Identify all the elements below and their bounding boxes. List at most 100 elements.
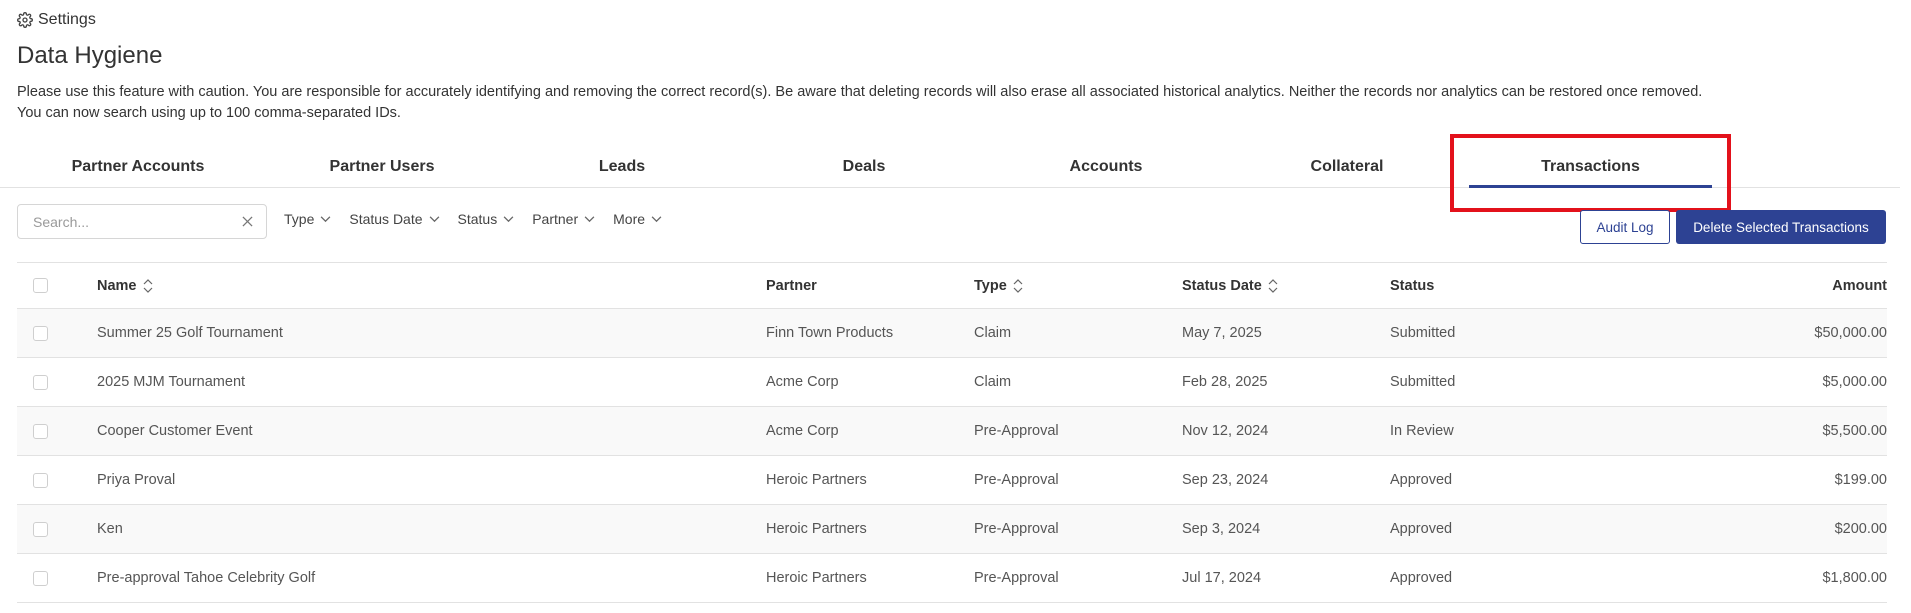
sort-icon [1013, 278, 1023, 293]
column-header-label: Amount [1832, 277, 1887, 294]
select-all-cell [33, 263, 48, 308]
cell-type: Pre-Approval [974, 472, 1059, 488]
tab-transactions[interactable]: Transactions [1469, 150, 1712, 188]
row-checkbox[interactable] [33, 423, 48, 439]
cell-name: Ken [97, 521, 123, 537]
column-header-label: Status Date [1182, 277, 1262, 294]
breadcrumb-label: Settings [38, 11, 96, 28]
chevron-down-icon [429, 216, 439, 223]
notice-line-2: You can now search using up to 100 comma… [17, 105, 401, 121]
search-input[interactable] [33, 213, 240, 230]
transactions-table: Name Partner Type Status Date Status Amo… [17, 262, 1887, 603]
filter-label: Status Date [349, 211, 423, 227]
column-header-status: Status [1390, 263, 1434, 308]
tab-bar: Partner Accounts Partner Users Leads Dea… [0, 150, 1900, 188]
column-header-type[interactable]: Type [974, 263, 1023, 308]
notice-line-1: Please use this feature with caution. Yo… [17, 84, 1703, 100]
filter-label: Partner [532, 211, 579, 227]
row-select-cell [33, 456, 48, 504]
column-header-label: Name [97, 277, 137, 294]
filter-status-date[interactable]: Status Date [349, 211, 439, 227]
column-header-amount: Amount [1832, 263, 1887, 308]
cell-type: Claim [974, 325, 1012, 341]
cell-amount: $5,500.00 [1822, 423, 1887, 439]
chevron-down-icon [584, 216, 595, 223]
table-row[interactable]: Pre-approval Tahoe Celebrity Golf Heroic… [17, 554, 1887, 603]
column-header-status-date[interactable]: Status Date [1182, 263, 1278, 308]
column-header-label: Partner [766, 277, 817, 294]
filter-type[interactable]: Type [284, 211, 331, 227]
delete-selected-transactions-button[interactable]: Delete Selected Transactions [1676, 210, 1886, 244]
filter-label: More [613, 211, 646, 227]
breadcrumb[interactable]: Settings [17, 11, 96, 29]
cell-status-date: Sep 3, 2024 [1182, 521, 1261, 537]
tab-partner-accounts[interactable]: Partner Accounts [36, 150, 240, 188]
cell-status-date: Nov 12, 2024 [1182, 423, 1269, 439]
chevron-down-icon [651, 216, 662, 223]
chevron-down-icon [503, 216, 514, 223]
cell-partner: Acme Corp [766, 374, 839, 390]
row-select-cell [33, 505, 48, 553]
cell-partner: Heroic Partners [766, 521, 867, 537]
table-header: Name Partner Type Status Date Status Amo… [17, 262, 1887, 309]
cell-partner: Heroic Partners [766, 472, 867, 488]
cell-status: Approved [1390, 521, 1453, 537]
row-checkbox[interactable] [33, 472, 48, 488]
table-row[interactable]: Cooper Customer Event Acme Corp Pre-Appr… [17, 407, 1887, 456]
row-checkbox[interactable] [33, 325, 48, 341]
row-checkbox[interactable] [33, 521, 48, 537]
table-row[interactable]: Ken Heroic Partners Pre-Approval Sep 3, … [17, 505, 1887, 554]
column-header-label: Type [974, 277, 1007, 294]
cell-status: Approved [1390, 472, 1453, 488]
select-all-checkbox[interactable] [33, 278, 48, 293]
cell-status: In Review [1390, 423, 1454, 439]
table-row[interactable]: Summer 25 Golf Tournament Finn Town Prod… [17, 309, 1887, 358]
column-header-label: Status [1390, 277, 1435, 294]
tab-accounts[interactable]: Accounts [1004, 150, 1208, 188]
tab-partner-users[interactable]: Partner Users [280, 150, 484, 188]
cell-status: Submitted [1390, 325, 1456, 341]
cell-status: Submitted [1390, 374, 1456, 390]
cell-status: Approved [1390, 570, 1453, 586]
filter-status[interactable]: Status [458, 211, 515, 227]
sort-icon [1268, 278, 1278, 293]
cell-partner: Finn Town Products [766, 325, 894, 341]
audit-log-button[interactable]: Audit Log [1580, 210, 1670, 244]
row-checkbox[interactable] [33, 374, 48, 390]
cell-name: Priya Proval [97, 472, 176, 488]
cell-type: Pre-Approval [974, 521, 1059, 537]
clear-icon[interactable] [240, 215, 254, 229]
cell-type: Pre-Approval [974, 570, 1059, 586]
filter-more[interactable]: More [613, 211, 662, 227]
cell-status-date: Jul 17, 2024 [1182, 570, 1262, 586]
cell-type: Pre-Approval [974, 423, 1059, 439]
chevron-down-icon [320, 216, 331, 223]
cell-name: Pre-approval Tahoe Celebrity Golf [97, 570, 316, 586]
tab-leads[interactable]: Leads [520, 150, 724, 188]
search-box[interactable] [17, 204, 267, 239]
filter-bar: Type Status Date Status Partner More [284, 211, 662, 227]
row-select-cell [33, 407, 48, 455]
row-select-cell [33, 309, 48, 357]
filter-label: Status [457, 211, 498, 227]
table-body: Summer 25 Golf Tournament Finn Town Prod… [17, 309, 1887, 603]
cell-status-date: Sep 23, 2024 [1182, 472, 1269, 488]
table-row[interactable]: Priya Proval Heroic Partners Pre-Approva… [17, 456, 1887, 505]
caution-notice: Please use this feature with caution. Yo… [17, 82, 1702, 124]
cell-name: Cooper Customer Event [97, 423, 253, 439]
cell-partner: Heroic Partners [766, 570, 867, 586]
tab-collateral[interactable]: Collateral [1245, 150, 1449, 188]
cell-amount: $1,800.00 [1822, 570, 1887, 586]
cell-amount: $200.00 [1834, 521, 1887, 537]
cell-amount: $199.00 [1834, 472, 1887, 488]
column-header-name[interactable]: Name [97, 263, 153, 308]
row-select-cell [33, 554, 48, 602]
cell-name: Summer 25 Golf Tournament [97, 325, 283, 341]
table-row[interactable]: 2025 MJM Tournament Acme Corp Claim Feb … [17, 358, 1887, 407]
filter-partner[interactable]: Partner [532, 211, 595, 227]
cell-status-date: May 7, 2025 [1182, 325, 1262, 341]
tab-deals[interactable]: Deals [762, 150, 966, 188]
gear-icon [17, 12, 33, 28]
row-checkbox[interactable] [33, 570, 48, 586]
cell-type: Claim [974, 374, 1012, 390]
